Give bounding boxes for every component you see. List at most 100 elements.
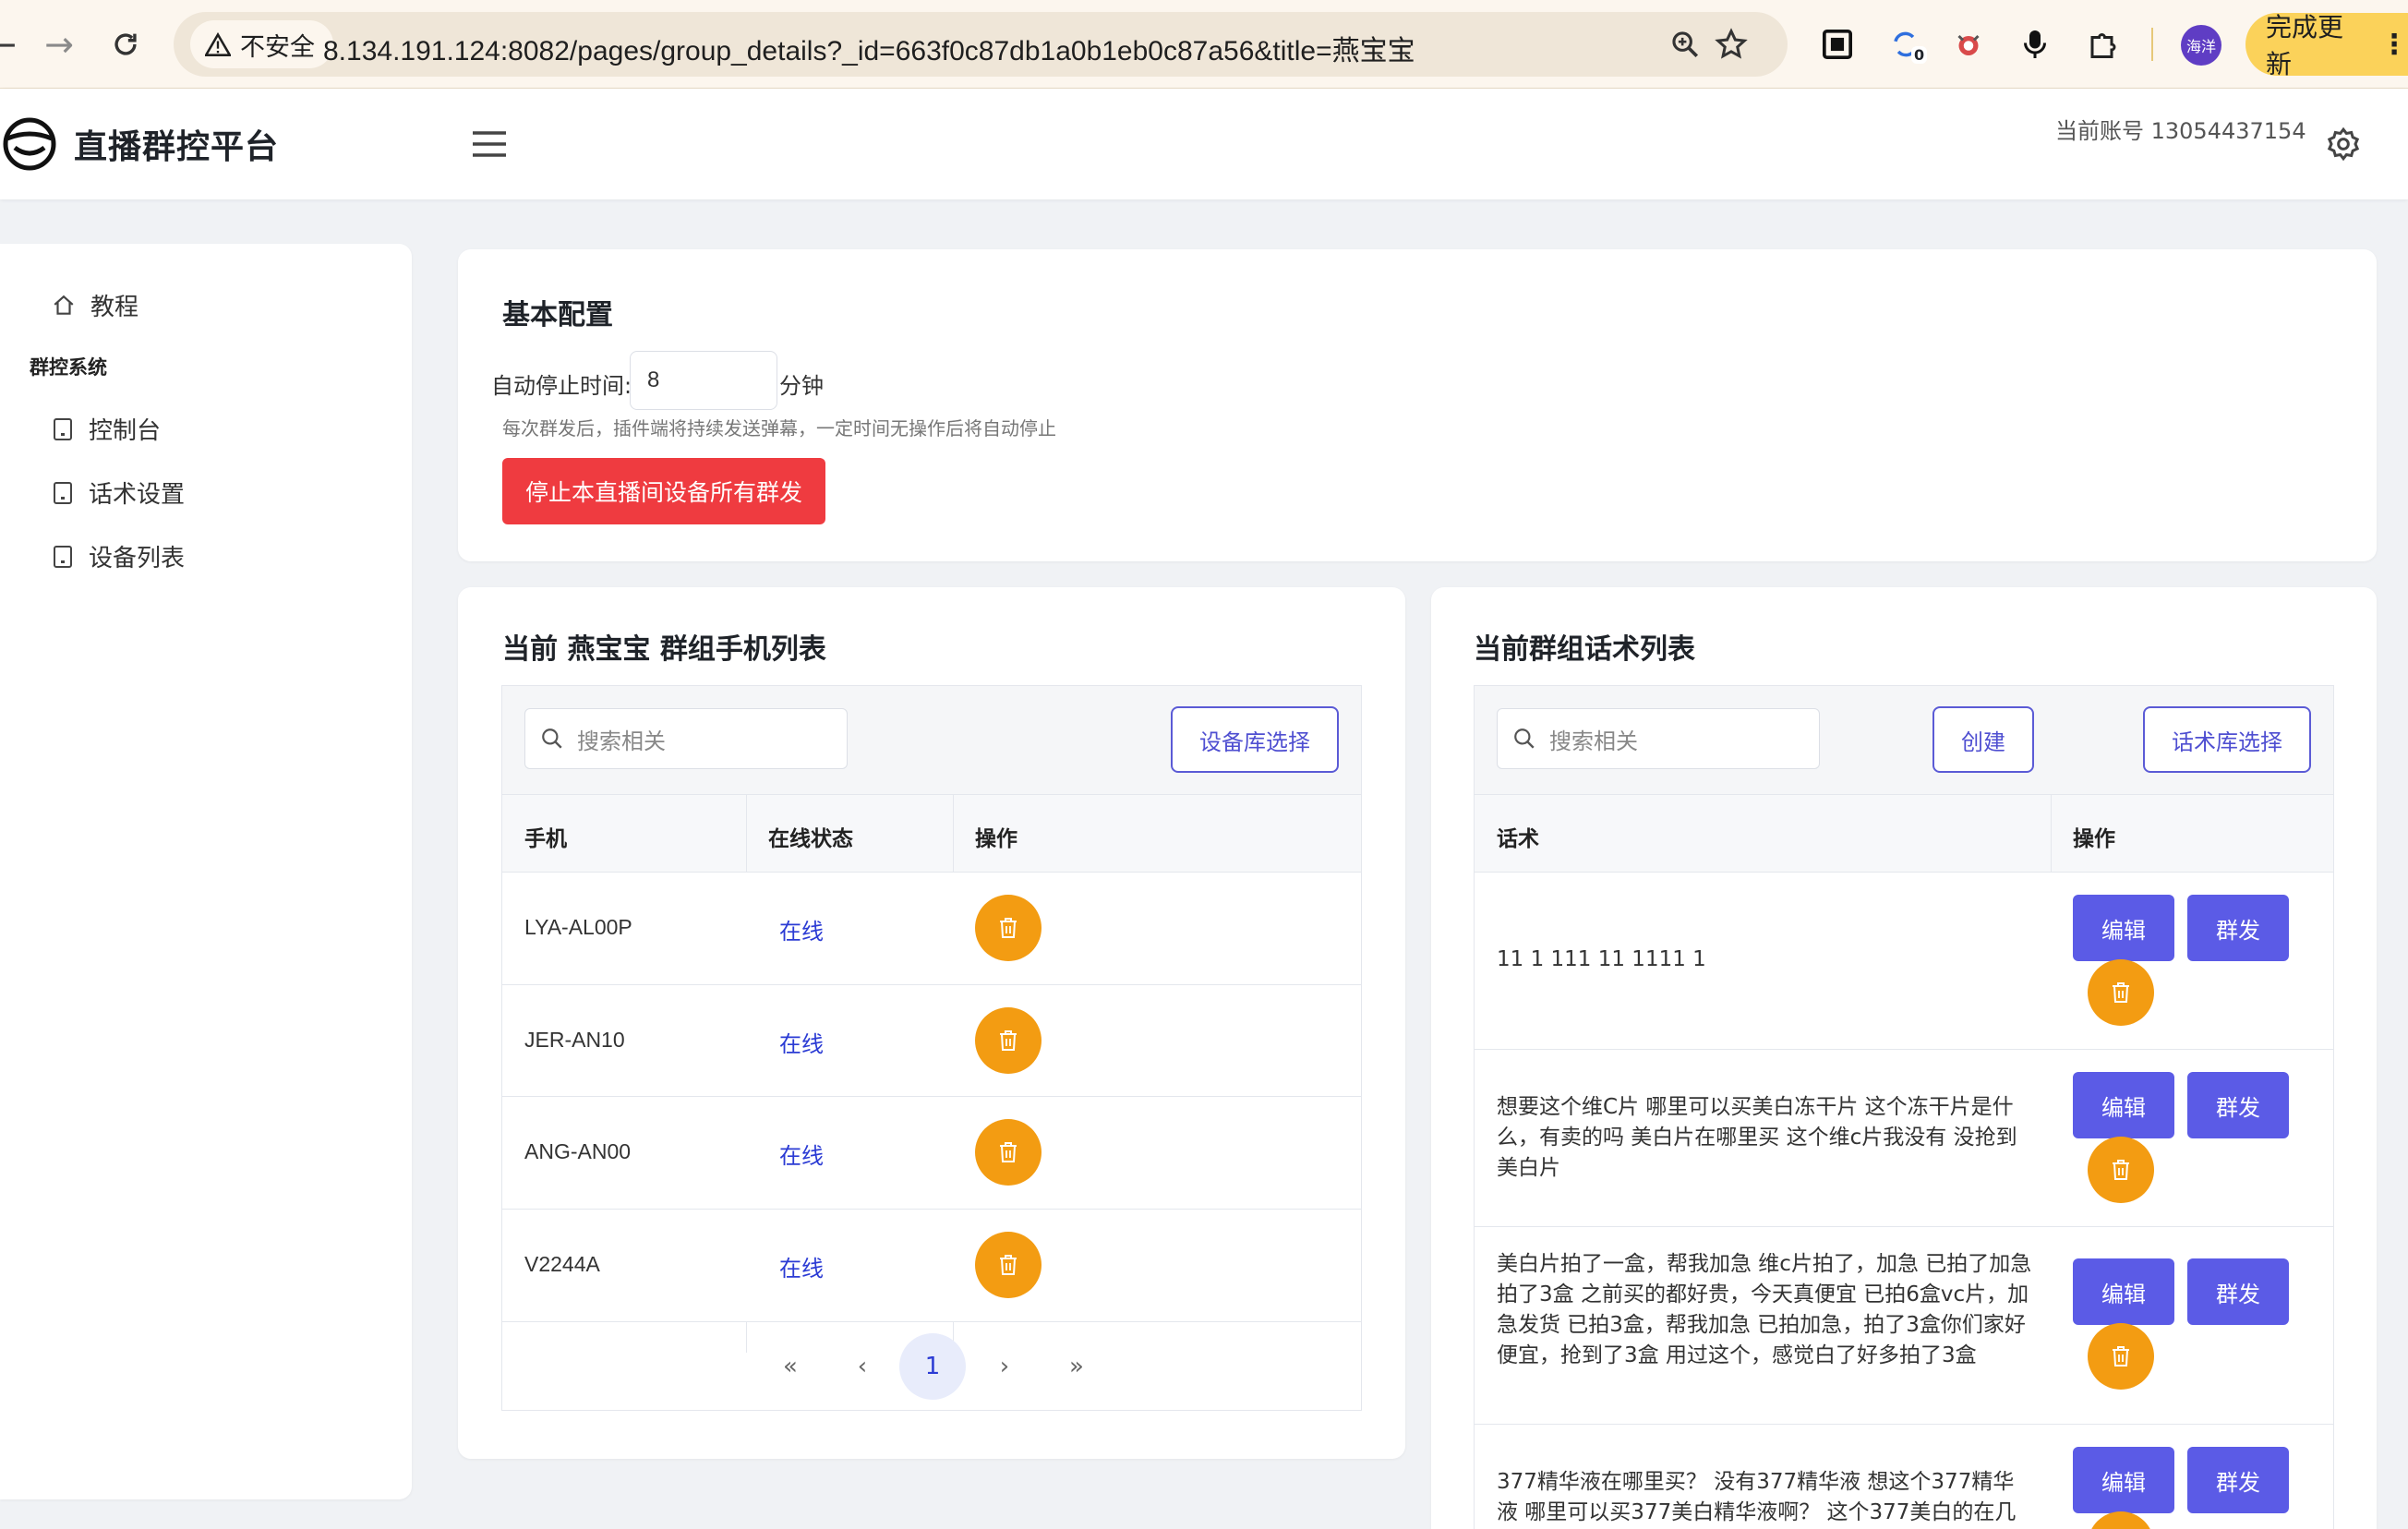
delete-script-button[interactable] bbox=[2088, 1137, 2154, 1203]
search-placeholder: 搜索相关 bbox=[577, 728, 666, 754]
search-icon bbox=[542, 728, 562, 749]
search-icon bbox=[1514, 728, 1535, 749]
scripts-toolbar: 搜索相关 创建 话术库选择 bbox=[1475, 686, 2333, 795]
device-phone: JER-AN10 bbox=[524, 1028, 625, 1052]
bug-extension-icon[interactable] bbox=[1946, 22, 1991, 66]
brand[interactable]: 直播群控平台 bbox=[0, 116, 279, 172]
delete-script-button[interactable] bbox=[2088, 1511, 2154, 1529]
menu-toggle-icon[interactable] bbox=[469, 126, 510, 163]
trash-icon bbox=[2113, 1346, 2129, 1366]
url-text[interactable]: 8.134.191.124:8082/pages/group_details?_… bbox=[323, 28, 1415, 68]
config-title: 基本配置 bbox=[502, 299, 613, 331]
reload-icon[interactable] bbox=[98, 17, 153, 72]
edit-script-button[interactable]: 编辑 bbox=[2073, 1072, 2174, 1138]
scripts-title: 当前群组话术列表 bbox=[1474, 633, 1695, 666]
edit-script-button[interactable]: 编辑 bbox=[2073, 1447, 2174, 1513]
column-header-status: 在线状态 bbox=[768, 827, 853, 851]
delete-device-button[interactable] bbox=[975, 1232, 1041, 1298]
trash-icon bbox=[1000, 1142, 1017, 1162]
page-icon bbox=[54, 417, 72, 440]
sidebar-item-label: 控制台 bbox=[89, 417, 162, 445]
trash-icon bbox=[2113, 1160, 2129, 1180]
sidebar-item-console[interactable]: 控制台 bbox=[52, 412, 161, 446]
back-icon[interactable]: ← bbox=[0, 17, 30, 72]
bookmark-star-icon[interactable] bbox=[1710, 23, 1752, 66]
logo-icon bbox=[3, 117, 56, 171]
sidebar-item-devices[interactable]: 设备列表 bbox=[52, 539, 185, 573]
device-phone: ANG-AN00 bbox=[524, 1139, 632, 1163]
security-label: 不安全 bbox=[240, 32, 315, 61]
security-indicator[interactable]: 不安全 bbox=[190, 20, 333, 68]
update-button[interactable]: 完成更新 ⋮ bbox=[2245, 12, 2408, 79]
sidebar-item-label: 教程 bbox=[90, 294, 139, 321]
profile-avatar[interactable]: 海洋 bbox=[2181, 25, 2221, 66]
address-bar[interactable]: 不安全 8.134.191.124:8082/pages/group_detai… bbox=[174, 12, 1788, 77]
search-placeholder: 搜索相关 bbox=[1549, 728, 1638, 754]
broadcast-script-button[interactable]: 群发 bbox=[2187, 1258, 2289, 1325]
sidebar: 教程 群控系统 控制台 话术设置 设备列表 bbox=[0, 244, 412, 1499]
sidebar-item-label: 话术设置 bbox=[89, 481, 186, 509]
sidebar-group-heading: 群控系统 bbox=[30, 356, 107, 379]
device-phone: V2244A bbox=[524, 1252, 600, 1276]
extension-badge: 0 bbox=[1911, 46, 1928, 64]
stop-all-broadcast-button[interactable]: 停止本直播间设备所有群发 bbox=[502, 458, 825, 524]
page-icon bbox=[54, 545, 72, 568]
device-library-button[interactable]: 设备库选择 bbox=[1171, 706, 1339, 773]
devices-search-input[interactable]: 搜索相关 bbox=[524, 708, 848, 769]
browser-toolbar: ← → 不安全 8.134.191.124:8082/pages/group_d… bbox=[0, 0, 2408, 89]
puzzle-extensions-icon[interactable] bbox=[2081, 22, 2125, 66]
edit-script-button[interactable]: 编辑 bbox=[2073, 895, 2174, 961]
qr-extension-icon[interactable] bbox=[1815, 22, 1860, 66]
first-page-button[interactable]: « bbox=[757, 1333, 824, 1400]
last-page-button[interactable]: » bbox=[1043, 1333, 1110, 1400]
create-script-button[interactable]: 创建 bbox=[1932, 706, 2034, 773]
forward-icon[interactable]: → bbox=[31, 17, 87, 72]
broadcast-script-button[interactable]: 群发 bbox=[2187, 1447, 2289, 1513]
app-header: 直播群控平台 当前账号 13054437154 bbox=[0, 89, 2408, 199]
trash-icon bbox=[1000, 1030, 1017, 1051]
edit-script-button[interactable]: 编辑 bbox=[2073, 1258, 2174, 1325]
auto-stop-input[interactable]: 8 bbox=[630, 351, 777, 410]
delete-device-button[interactable] bbox=[975, 1007, 1041, 1074]
column-header-actions: 操作 bbox=[975, 827, 1017, 851]
auto-stop-unit: 分钟 bbox=[779, 373, 824, 399]
zoom-icon[interactable] bbox=[1664, 23, 1706, 66]
sync-extension-icon[interactable]: 0 bbox=[1884, 22, 1928, 66]
script-library-button[interactable]: 话术库选择 bbox=[2143, 706, 2311, 773]
column-header-phone: 手机 bbox=[524, 827, 567, 851]
microphone-icon[interactable] bbox=[2013, 22, 2057, 66]
device-status: 在线 bbox=[779, 1143, 824, 1169]
gear-icon[interactable] bbox=[2325, 126, 2366, 166]
sidebar-item-tutorial[interactable]: 教程 bbox=[52, 288, 138, 322]
toolbar-divider bbox=[2151, 28, 2153, 61]
column-header-actions: 操作 bbox=[2073, 827, 2115, 851]
more-vertical-icon: ⋮ bbox=[2380, 28, 2408, 61]
script-text: 377精华液在哪里买？ 没有377精华液 想这个377精华液 哪里可以买377美… bbox=[1497, 1470, 2017, 1524]
basic-config-card: 基本配置 自动停止时间: 8 分钟 每次群发后，插件端将持续发送弹幕，一定时间无… bbox=[458, 249, 2377, 561]
prev-page-button[interactable]: ‹ bbox=[829, 1333, 896, 1400]
next-page-button[interactable]: › bbox=[971, 1333, 1038, 1400]
table-row: ANG-AN00 在线 bbox=[502, 1097, 1361, 1210]
scripts-table: 搜索相关 创建 话术库选择 话术 操作 11 1 111 11 1111 1 编… bbox=[1474, 685, 2334, 1529]
broadcast-script-button[interactable]: 群发 bbox=[2187, 895, 2289, 961]
sidebar-item-scripts[interactable]: 话术设置 bbox=[52, 476, 185, 510]
scripts-table-header: 话术 操作 bbox=[1475, 795, 2333, 873]
delete-device-button[interactable] bbox=[975, 895, 1041, 961]
table-row: 11 1 111 11 1111 1 编辑 群发 bbox=[1475, 873, 2333, 1050]
table-row: JER-AN10 在线 bbox=[502, 985, 1361, 1097]
update-label: 完成更新 bbox=[2266, 12, 2344, 79]
delete-device-button[interactable] bbox=[975, 1119, 1041, 1186]
delete-script-button[interactable] bbox=[2088, 1323, 2154, 1390]
scripts-search-input[interactable]: 搜索相关 bbox=[1497, 708, 1820, 769]
column-header-script: 话术 bbox=[1497, 827, 1539, 851]
page-button-current[interactable]: 1 bbox=[899, 1333, 966, 1400]
trash-icon bbox=[1000, 1255, 1017, 1275]
trash-icon bbox=[1000, 918, 1017, 938]
auto-stop-hint: 每次群发后，插件端将持续发送弹幕，一定时间无操作后将自动停止 bbox=[502, 417, 1056, 439]
table-row: 想要这个维C片 哪里可以买美白冻干片 这个冻干片是什么，有卖的吗 美白片在哪里买… bbox=[1475, 1050, 2333, 1227]
delete-script-button[interactable] bbox=[2088, 959, 2154, 1026]
table-row: V2244A 在线 bbox=[502, 1210, 1361, 1322]
broadcast-script-button[interactable]: 群发 bbox=[2187, 1072, 2289, 1138]
auto-stop-label: 自动停止时间: bbox=[491, 373, 632, 399]
devices-card: 当前 燕宝宝 群组手机列表 搜索相关 设备库选择 手机 在线状态 操作 LYA-… bbox=[458, 587, 1405, 1459]
